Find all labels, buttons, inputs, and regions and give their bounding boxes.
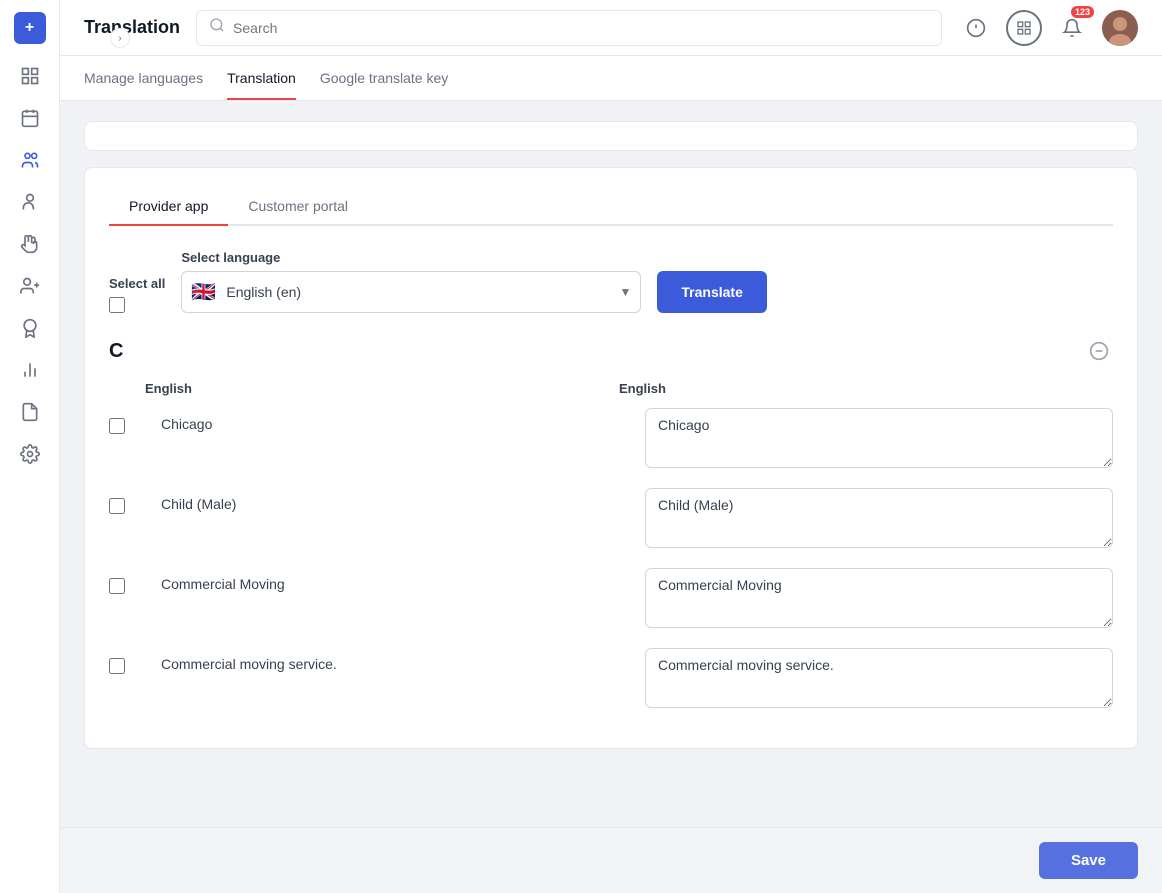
main-wrapper: › Translation 123 [60,0,1162,893]
language-select-wrap: 🇬🇧 English (en) ▼ [181,271,641,313]
row-input-commercial-moving[interactable]: Commercial Moving [645,568,1113,628]
table-row: Chicago Chicago [109,408,1113,468]
sub-tabs: Provider app Customer portal [109,188,1113,226]
info-button[interactable] [958,10,994,46]
tab-translation[interactable]: Translation [227,56,296,100]
row-input-child-male[interactable]: Child (Male) [645,488,1113,548]
section-letter: C [109,340,123,363]
sidebar-item-groups[interactable] [12,142,48,178]
select-all-checkbox[interactable] [109,297,125,313]
select-all-label: Select all [109,276,165,291]
row-label-child-male: Child (Male) [161,488,629,512]
select-all-group: Select all [109,276,165,313]
sidebar-item-chart[interactable] [12,352,48,388]
content: Provider app Customer portal Select all … [60,101,1162,893]
sidebar-item-add-person[interactable] [12,268,48,304]
language-select[interactable]: English (en) [181,271,641,313]
search-input[interactable] [233,20,929,36]
tabs-bar: Manage languages Translation Google tran… [60,56,1162,101]
section-c-header: C [109,337,1113,365]
sidebar-item-person[interactable] [12,184,48,220]
notification-wrap: 123 [1054,10,1090,46]
right-col-header: English [619,381,1077,396]
search-icon [209,17,225,38]
page-title: Translation [84,17,180,38]
save-button[interactable]: Save [1039,842,1138,879]
search-bar [196,10,942,46]
row-checkbox-commercial-moving[interactable] [109,578,125,594]
sub-tab-customer[interactable]: Customer portal [228,188,368,226]
sidebar-item-calendar[interactable] [12,100,48,136]
bottom-spacer [84,765,1138,825]
collapse-section-button[interactable] [1085,337,1113,365]
app-logo[interactable]: + [14,12,46,44]
header: Translation 123 [60,0,1162,56]
sidebar-item-document[interactable] [12,394,48,430]
header-actions: 123 [958,10,1138,46]
sidebar-toggle[interactable]: › [110,28,130,48]
translate-button[interactable]: Translate [657,271,766,313]
grid-menu-button[interactable] [1006,10,1042,46]
language-group: Select language 🇬🇧 English (en) ▼ [181,250,641,313]
controls-row: Select all Select language 🇬🇧 English (e… [109,250,1113,313]
sub-tab-provider[interactable]: Provider app [109,188,228,226]
save-bar: Save [60,827,1162,893]
sidebar: + [0,0,60,893]
sidebar-item-hand[interactable] [12,226,48,262]
row-label-commercial-moving: Commercial Moving [161,568,629,592]
tab-manage-languages[interactable]: Manage languages [84,56,203,100]
translation-card: Provider app Customer portal Select all … [84,167,1138,749]
tab-google-translate[interactable]: Google translate key [320,56,448,100]
row-input-chicago[interactable]: Chicago [645,408,1113,468]
sidebar-item-settings[interactable] [12,436,48,472]
prev-card [84,121,1138,151]
row-input-commercial-service[interactable]: Commercial moving service. [645,648,1113,708]
row-label-commercial-service: Commercial moving service. [161,648,629,672]
row-checkbox-commercial-service[interactable] [109,658,125,674]
sidebar-item-grid[interactable] [12,58,48,94]
row-checkbox-child-male[interactable] [109,498,125,514]
table-row: Commercial Moving Commercial Moving [109,568,1113,628]
language-label: Select language [181,250,641,265]
left-col-header: English [145,381,603,396]
sidebar-item-award[interactable] [12,310,48,346]
avatar[interactable] [1102,10,1138,46]
table-row: Child (Male) Child (Male) [109,488,1113,548]
column-headers: English English [109,381,1113,396]
notification-badge: 123 [1071,6,1094,18]
row-checkbox-chicago[interactable] [109,418,125,434]
row-label-chicago: Chicago [161,408,629,432]
table-row: Commercial moving service. Commercial mo… [109,648,1113,708]
